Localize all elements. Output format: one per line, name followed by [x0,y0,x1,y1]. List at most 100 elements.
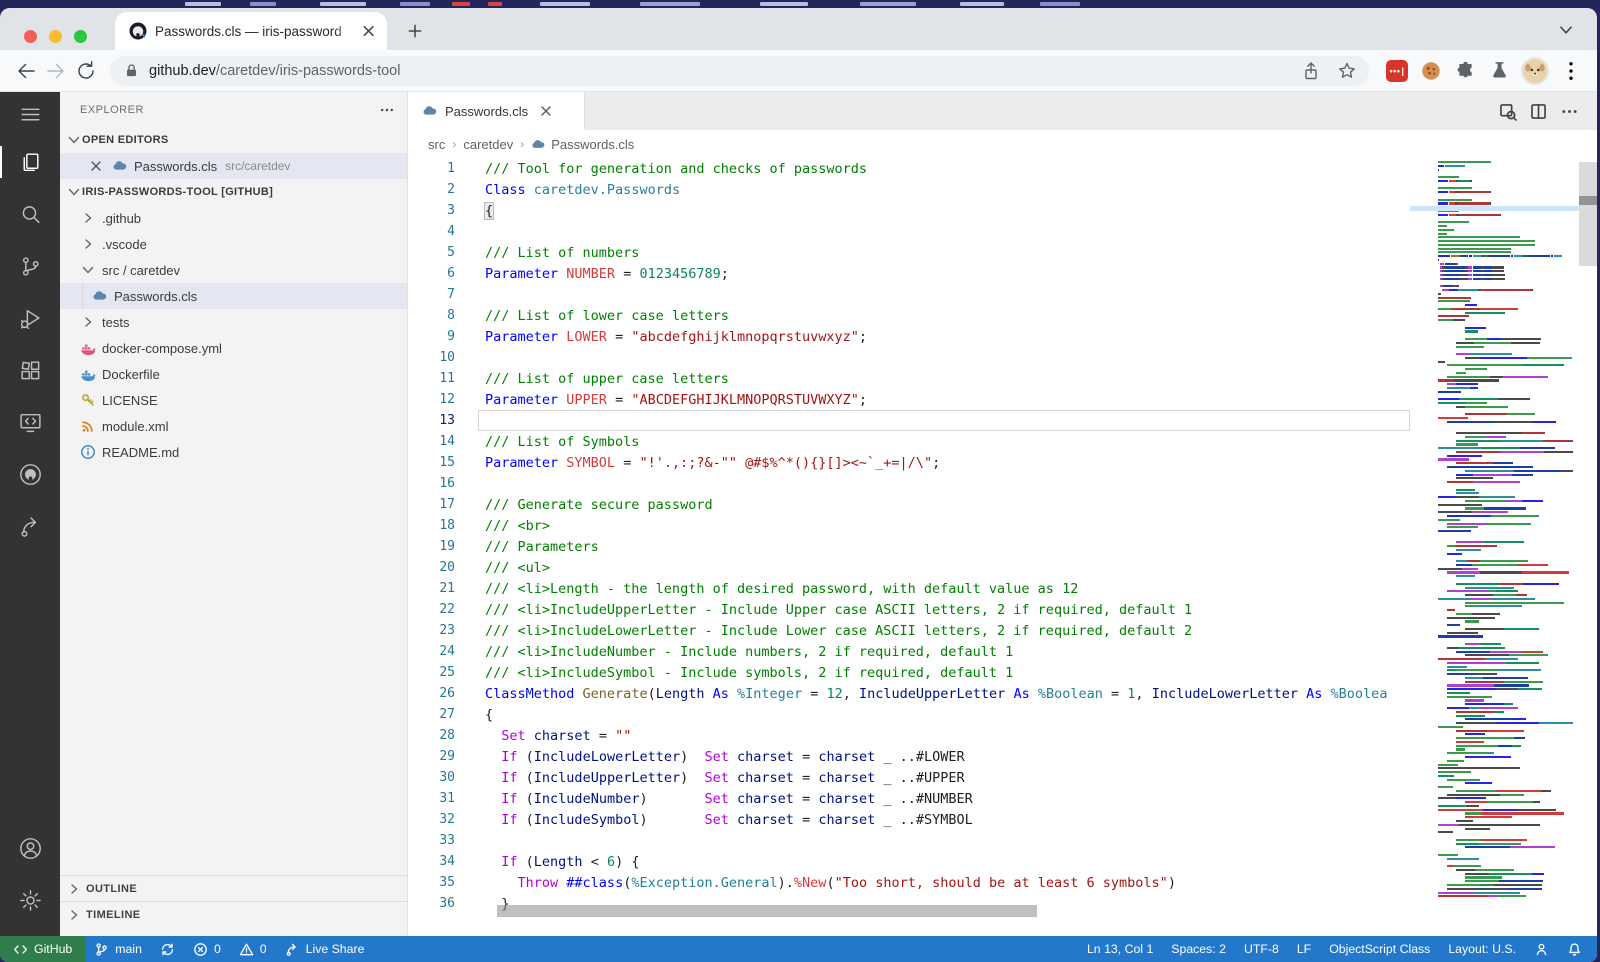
line-number[interactable]: 23 [408,623,455,638]
status-item-live-share[interactable]: Live Share [276,936,374,962]
status-item-notifications[interactable] [1558,936,1591,962]
code-line-13[interactable]: 13 [408,410,1410,431]
line-number[interactable]: 29 [408,749,455,764]
open-preview-icon[interactable] [1498,102,1517,121]
status-item-eol[interactable]: LF [1288,936,1320,962]
tree-file-docker-compose.yml[interactable]: docker-compose.yml [60,335,407,361]
code-line-35[interactable]: 35 Throw ##class(%Exception.General).%Ne… [408,872,1410,893]
line-number[interactable]: 2 [408,182,455,197]
timeline-section-header[interactable]: TIMELINE [60,901,407,927]
code-line-8[interactable]: 8/// List of lower case letters [408,305,1410,326]
tree-file-license[interactable]: LICENSE [60,387,407,413]
tree-folder-src-caretdev[interactable]: src / caretdev [60,257,407,283]
line-number[interactable]: 31 [408,791,455,806]
activity-bar-item-search[interactable] [0,188,60,240]
close-icon[interactable] [88,158,104,174]
line-number[interactable]: 6 [408,266,455,281]
line-number[interactable]: 10 [408,350,455,365]
section-header-iris-passwords-tool-github-[interactable]: IRIS-PASSWORDS-TOOL [GITHUB] [60,179,407,205]
code-line-16[interactable]: 16 [408,473,1410,494]
code-line-19[interactable]: 19/// Parameters [408,536,1410,557]
code-line-6[interactable]: 6Parameter NUMBER = 0123456789; [408,263,1410,284]
line-number[interactable]: 12 [408,392,455,407]
close-window-button[interactable] [24,30,37,43]
code-line-14[interactable]: 14/// List of Symbols [408,431,1410,452]
status-item-sync[interactable] [151,936,184,962]
code-line-5[interactable]: 5/// List of numbers [408,242,1410,263]
line-number[interactable]: 11 [408,371,455,386]
line-number[interactable]: 3 [408,203,455,218]
line-number[interactable]: 1 [408,161,455,176]
code-line-1[interactable]: 1/// Tool for generation and checks of p… [408,158,1410,179]
tree-file-module.xml[interactable]: module.xml [60,413,407,439]
split-editor-icon[interactable] [1529,102,1548,121]
outline-section-header[interactable]: OUTLINE [60,875,407,901]
code-line-11[interactable]: 11/// List of upper case letters [408,368,1410,389]
line-number[interactable]: 5 [408,245,455,260]
code-line-22[interactable]: 22/// <li>IncludeUpperLetter - Include U… [408,599,1410,620]
close-editor-tab-icon[interactable] [538,103,554,119]
code-line-33[interactable]: 33 [408,830,1410,851]
line-number[interactable]: 36 [408,896,455,911]
line-number[interactable]: 34 [408,854,455,869]
tree-file-dockerfile[interactable]: Dockerfile [60,361,407,387]
bookmark-star-icon[interactable] [1337,61,1357,81]
line-number[interactable]: 26 [408,686,455,701]
horizontal-scrollbar-thumb[interactable] [497,905,1037,917]
status-item-warnings[interactable]: 0 [230,936,276,962]
line-number[interactable]: 8 [408,308,455,323]
code-line-34[interactable]: 34 If (Length < 6) { [408,851,1410,872]
activity-bar-item-live-share[interactable] [0,500,60,552]
code-line-24[interactable]: 24/// <li>IncludeNumber - Include number… [408,641,1410,662]
cookie-icon[interactable] [1419,59,1443,83]
code-line-18[interactable]: 18/// <br> [408,515,1410,536]
line-number[interactable]: 14 [408,434,455,449]
code-line-20[interactable]: 20/// <ul> [408,557,1410,578]
status-item-branch[interactable]: main [85,936,151,962]
status-item-keyboard-layout[interactable]: Layout: U.S. [1439,936,1525,962]
back-button[interactable] [14,59,38,83]
minimize-window-button[interactable] [49,30,62,43]
line-number[interactable]: 18 [408,518,455,533]
breadcrumb-item-passwords.cls[interactable]: Passwords.cls [551,137,634,152]
password-manager-extension-icon[interactable]: •••| [1385,59,1409,83]
activity-bar-item-remote-explorer[interactable] [0,396,60,448]
status-item-encoding[interactable]: UTF-8 [1235,936,1288,962]
line-number[interactable]: 15 [408,455,455,470]
code-line-10[interactable]: 10 [408,347,1410,368]
activity-bar-item-extensions[interactable] [0,344,60,396]
activity-bar-item-github[interactable] [0,448,60,500]
activity-bar-item-explorer[interactable] [0,136,60,188]
address-bar[interactable]: github.dev/caretdev/iris-passwords-tool [110,56,1369,86]
new-tab-button[interactable] [402,18,428,44]
code-editor[interactable]: 1/// Tool for generation and checks of p… [408,158,1597,936]
code-line-23[interactable]: 23/// <li>IncludeLowerLetter - Include L… [408,620,1410,641]
explorer-more-actions-icon[interactable] [379,102,395,118]
reload-button[interactable] [74,59,98,83]
line-number[interactable]: 28 [408,728,455,743]
code-line-25[interactable]: 25/// <li>IncludeSymbol - Include symbol… [408,662,1410,683]
code-line-7[interactable]: 7 [408,284,1410,305]
vertical-scrollbar[interactable] [1579,158,1597,936]
share-icon[interactable] [1301,61,1321,81]
puzzle-extensions-icon[interactable] [1453,59,1477,83]
tab-search-chevron-icon[interactable] [1557,21,1575,39]
forward-button[interactable] [44,59,68,83]
line-number[interactable]: 30 [408,770,455,785]
code-line-27[interactable]: 27{ [408,704,1410,725]
breadcrumb-item-caretdev[interactable]: caretdev [463,137,513,152]
code-line-2[interactable]: 2Class caretdev.Passwords [408,179,1410,200]
code-line-21[interactable]: 21/// <li>Length - the length of desired… [408,578,1410,599]
line-number[interactable]: 16 [408,476,455,491]
lock-icon[interactable] [124,63,139,78]
line-number[interactable]: 33 [408,833,455,848]
line-number[interactable]: 32 [408,812,455,827]
tree-folder-tests[interactable]: tests [60,309,407,335]
activity-bar-item-account[interactable] [0,822,60,874]
code-line-17[interactable]: 17/// Generate secure password [408,494,1410,515]
browser-tab[interactable]: Passwords.cls — iris-password [115,12,387,50]
code-line-9[interactable]: 9Parameter LOWER = "abcdefghijklmnopqrst… [408,326,1410,347]
code-line-32[interactable]: 32 If (IncludeSymbol) Set charset = char… [408,809,1410,830]
status-item-feedback[interactable] [1525,936,1558,962]
activity-bar-item-settings[interactable] [0,874,60,926]
